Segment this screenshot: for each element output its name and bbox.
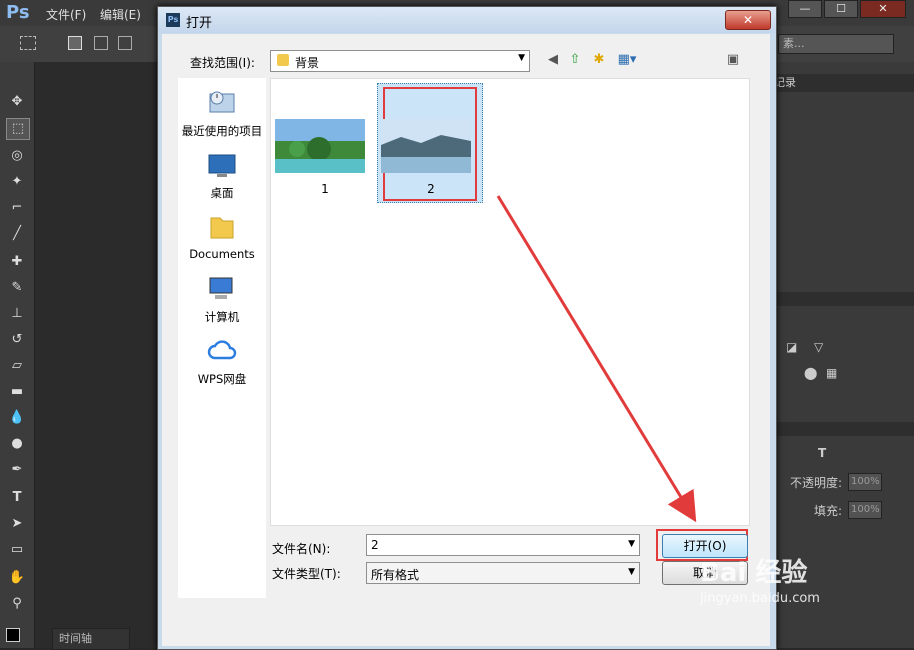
annotation-arrow <box>496 195 697 523</box>
watermark: Bai 经验 jingyan.baidu.com <box>700 552 820 606</box>
watermark-logo: Bai 经验 <box>700 558 808 588</box>
watermark-url: jingyan.baidu.com <box>700 591 820 606</box>
